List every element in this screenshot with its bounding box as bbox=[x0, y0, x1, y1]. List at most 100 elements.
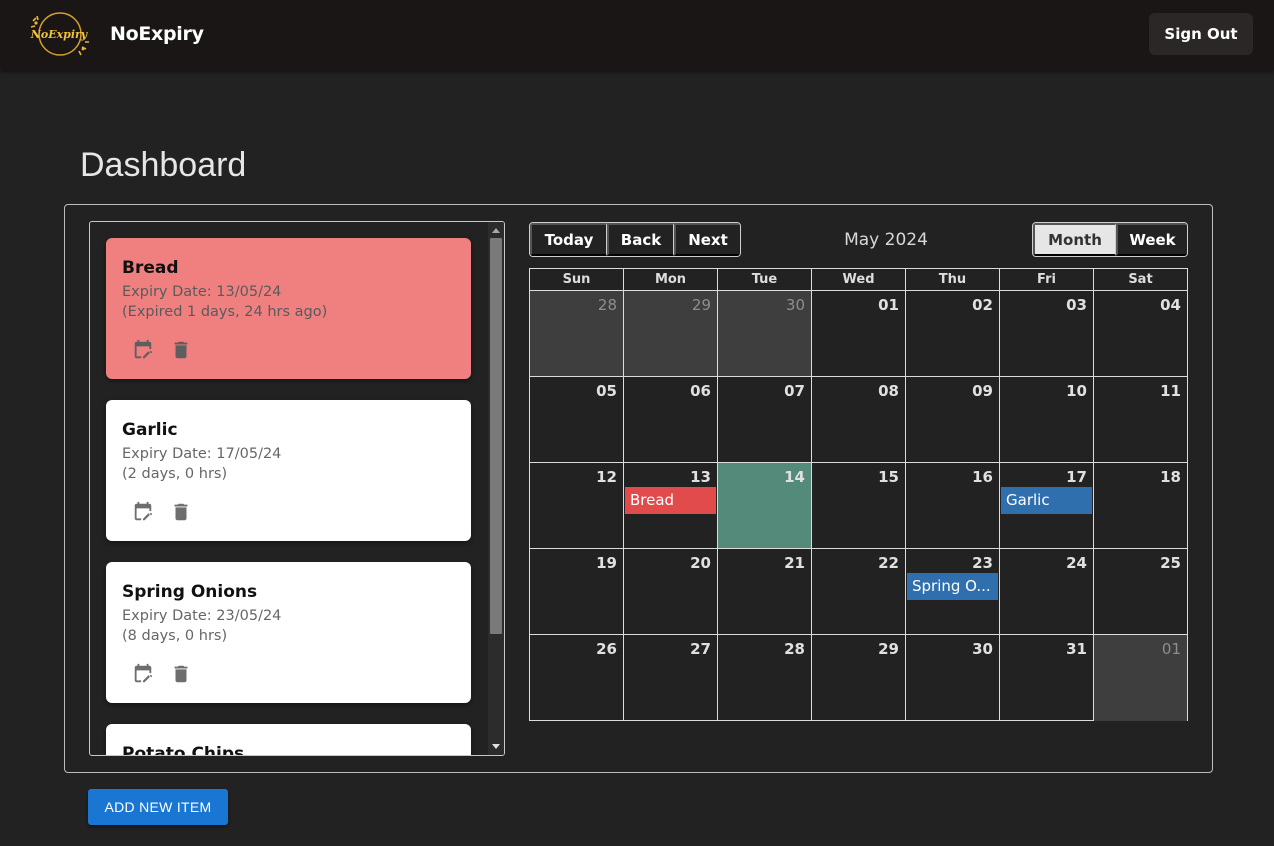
day-number[interactable]: 01 bbox=[878, 296, 899, 314]
calendar-day-cell[interactable]: 01 bbox=[812, 291, 906, 376]
calendar-day-cell[interactable]: 22 bbox=[812, 549, 906, 634]
sign-out-button[interactable]: Sign Out bbox=[1149, 13, 1253, 55]
calendar-day-cell[interactable]: 03 bbox=[1000, 291, 1094, 376]
calendar-day-cell[interactable]: 16 bbox=[906, 463, 1000, 548]
calendar-day-cell[interactable]: 12 bbox=[530, 463, 624, 548]
item-name: Garlic bbox=[122, 420, 178, 440]
item-status: (Expired 1 days, 24 hrs ago) bbox=[122, 304, 328, 320]
calendar-day-cell[interactable]: 28 bbox=[530, 291, 624, 376]
trash-icon[interactable] bbox=[170, 500, 192, 524]
calendar-event[interactable]: Spring O... bbox=[907, 573, 998, 600]
calendar-day-cell[interactable]: 04 bbox=[1094, 291, 1187, 376]
day-number[interactable]: 23 bbox=[972, 554, 993, 572]
day-number[interactable]: 29 bbox=[692, 296, 711, 314]
calendar-day-cell[interactable]: 31 bbox=[1000, 635, 1094, 721]
day-number[interactable]: 21 bbox=[784, 554, 805, 572]
day-number[interactable]: 24 bbox=[1066, 554, 1087, 572]
day-number[interactable]: 20 bbox=[690, 554, 711, 572]
calendar-day-cell[interactable]: 11 bbox=[1094, 377, 1187, 462]
next-button[interactable]: Next bbox=[674, 223, 740, 256]
day-number[interactable]: 01 bbox=[1162, 640, 1181, 658]
calendar-edit-icon[interactable] bbox=[132, 338, 154, 362]
calendar-day-cell[interactable]: 30 bbox=[718, 291, 812, 376]
day-number[interactable]: 10 bbox=[1066, 382, 1087, 400]
day-number[interactable]: 02 bbox=[972, 296, 993, 314]
item-card-bread[interactable]: Bread Expiry Date: 13/05/24 (Expired 1 d… bbox=[106, 238, 471, 379]
day-number[interactable]: 22 bbox=[878, 554, 899, 572]
scrollbar-thumb[interactable] bbox=[490, 238, 502, 634]
calendar-day-cell[interactable]: 23 Spring O... bbox=[906, 549, 1000, 634]
day-number[interactable]: 29 bbox=[878, 640, 899, 658]
calendar-day-cell[interactable]: 21 bbox=[718, 549, 812, 634]
calendar-edit-icon[interactable] bbox=[132, 500, 154, 524]
item-list[interactable]: Bread Expiry Date: 13/05/24 (Expired 1 d… bbox=[90, 222, 488, 755]
day-number[interactable]: 25 bbox=[1160, 554, 1181, 572]
calendar-week-row: 05 06 07 08 09 10 11 bbox=[530, 377, 1187, 463]
day-number[interactable]: 17 bbox=[1066, 468, 1087, 486]
calendar-day-cell[interactable]: 10 bbox=[1000, 377, 1094, 462]
calendar-day-cell-today[interactable]: 14 bbox=[718, 463, 812, 548]
calendar-day-cell[interactable]: 13 Bread bbox=[624, 463, 718, 548]
calendar-day-cell[interactable]: 01 bbox=[1094, 635, 1187, 721]
day-number[interactable]: 12 bbox=[596, 468, 617, 486]
day-number[interactable]: 27 bbox=[690, 640, 711, 658]
calendar-view-group: Month Week bbox=[1032, 222, 1188, 257]
add-new-item-button[interactable]: ADD NEW ITEM bbox=[88, 789, 228, 825]
calendar-day-cell[interactable]: 29 bbox=[624, 291, 718, 376]
day-number[interactable]: 04 bbox=[1160, 296, 1181, 314]
calendar-day-cell[interactable]: 24 bbox=[1000, 549, 1094, 634]
day-number[interactable]: 09 bbox=[972, 382, 993, 400]
scroll-down-arrow-icon[interactable] bbox=[492, 744, 500, 749]
calendar-day-cell[interactable]: 28 bbox=[718, 635, 812, 721]
day-number[interactable]: 03 bbox=[1066, 296, 1087, 314]
calendar-day-cell[interactable]: 26 bbox=[530, 635, 624, 721]
calendar-day-cell[interactable]: 15 bbox=[812, 463, 906, 548]
day-number[interactable]: 06 bbox=[690, 382, 711, 400]
item-card-garlic[interactable]: Garlic Expiry Date: 17/05/24 (2 days, 0 … bbox=[106, 400, 471, 541]
day-number[interactable]: 28 bbox=[598, 296, 617, 314]
calendar-event[interactable]: Garlic bbox=[1001, 487, 1092, 514]
day-number[interactable]: 13 bbox=[690, 468, 711, 486]
calendar-day-cell[interactable]: 27 bbox=[624, 635, 718, 721]
day-number[interactable]: 19 bbox=[596, 554, 617, 572]
month-view-button[interactable]: Month bbox=[1033, 223, 1116, 256]
calendar-day-cell[interactable]: 18 bbox=[1094, 463, 1187, 548]
back-button[interactable]: Back bbox=[607, 223, 674, 256]
item-card-potato-chips[interactable]: Potato Chips bbox=[106, 724, 471, 755]
day-number[interactable]: 31 bbox=[1066, 640, 1087, 658]
day-number[interactable]: 16 bbox=[972, 468, 993, 486]
calendar-day-cell[interactable]: 29 bbox=[812, 635, 906, 721]
calendar-day-cell[interactable]: 20 bbox=[624, 549, 718, 634]
day-number[interactable]: 14 bbox=[784, 468, 805, 486]
day-number[interactable]: 15 bbox=[878, 468, 899, 486]
calendar-event[interactable]: Bread bbox=[625, 487, 716, 514]
trash-icon[interactable] bbox=[170, 662, 192, 686]
calendar-day-cell[interactable]: 07 bbox=[718, 377, 812, 462]
item-card-spring-onions[interactable]: Spring Onions Expiry Date: 23/05/24 (8 d… bbox=[106, 562, 471, 703]
day-number[interactable]: 11 bbox=[1160, 382, 1181, 400]
day-number[interactable]: 30 bbox=[972, 640, 993, 658]
calendar-day-cell[interactable]: 09 bbox=[906, 377, 1000, 462]
scroll-up-arrow-icon[interactable] bbox=[492, 228, 500, 233]
calendar-day-cell[interactable]: 19 bbox=[530, 549, 624, 634]
calendar-day-cell[interactable]: 30 bbox=[906, 635, 1000, 721]
calendar-edit-icon[interactable] bbox=[132, 662, 154, 686]
day-number[interactable]: 26 bbox=[596, 640, 617, 658]
calendar-day-cell[interactable]: 06 bbox=[624, 377, 718, 462]
calendar-day-cell[interactable]: 25 bbox=[1094, 549, 1187, 634]
item-list-scrollbar[interactable] bbox=[488, 222, 504, 755]
day-number[interactable]: 07 bbox=[784, 382, 805, 400]
today-button[interactable]: Today bbox=[530, 223, 607, 256]
calendar-day-cell[interactable]: 02 bbox=[906, 291, 1000, 376]
week-view-button[interactable]: Week bbox=[1116, 223, 1187, 256]
calendar-day-cell[interactable]: 05 bbox=[530, 377, 624, 462]
day-number[interactable]: 08 bbox=[878, 382, 899, 400]
day-number[interactable]: 28 bbox=[784, 640, 805, 658]
day-number[interactable]: 18 bbox=[1160, 468, 1181, 486]
trash-icon[interactable] bbox=[170, 338, 192, 362]
day-number[interactable]: 30 bbox=[786, 296, 805, 314]
day-number[interactable]: 05 bbox=[596, 382, 617, 400]
calendar-day-cell[interactable]: 17 Garlic bbox=[1000, 463, 1094, 548]
calendar-day-cell[interactable]: 08 bbox=[812, 377, 906, 462]
noexpiry-logo[interactable]: NoExpiry bbox=[27, 11, 91, 57]
